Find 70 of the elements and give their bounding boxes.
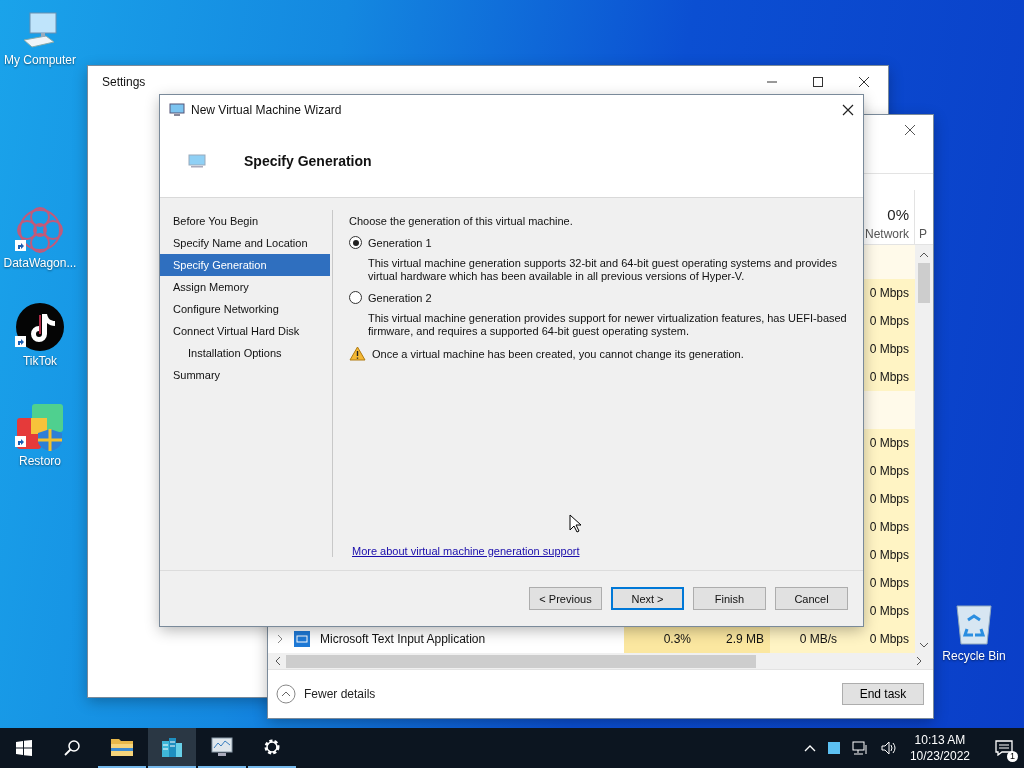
scrollbar-thumb[interactable]: [286, 654, 756, 668]
maximize-icon[interactable]: [812, 76, 824, 88]
settings-icon[interactable]: [262, 737, 282, 757]
column-header[interactable]: Network: [865, 227, 909, 241]
window-title: New Virtual Machine Wizard: [191, 103, 342, 117]
warning-icon: [349, 346, 366, 361]
notification-count-badge: 1: [1007, 751, 1018, 762]
taskbar-app-button[interactable]: [148, 728, 196, 768]
table-cell: 0 MB/s: [770, 625, 843, 653]
close-icon[interactable]: [842, 104, 854, 116]
warning-text: Once a virtual machine has been created, you cannot change its generation.: [372, 347, 744, 360]
vertical-scrollbar[interactable]: [915, 245, 933, 653]
wizard-step[interactable]: Connect Virtual Hard Disk: [160, 320, 330, 342]
fewer-details-button[interactable]: Fewer details: [276, 684, 376, 704]
mandala-icon[interactable]: [17, 207, 63, 253]
pointer-icon: [569, 514, 581, 533]
close-icon[interactable]: [904, 124, 916, 136]
wizard-step[interactable]: Summary: [160, 364, 330, 386]
process-name: Microsoft Text Input Application: [320, 632, 486, 646]
music-note-icon[interactable]: [16, 303, 64, 351]
keyboard-icon: [294, 631, 310, 647]
scroll-right-icon[interactable]: [915, 656, 923, 666]
network-icon[interactable]: [851, 741, 869, 755]
recycle-bin-icon[interactable]: [954, 602, 994, 646]
table-cell: 2.9 MB: [697, 625, 770, 653]
scroll-down-icon[interactable]: [919, 641, 929, 649]
horizontal-scrollbar[interactable]: [268, 653, 933, 669]
wizard-step[interactable]: Specify Generation: [160, 254, 330, 276]
scroll-left-icon[interactable]: [274, 656, 282, 666]
collapse-chevron-icon[interactable]: [276, 684, 296, 704]
start-icon[interactable]: [16, 740, 32, 756]
app-tiles-icon[interactable]: [16, 403, 64, 451]
scroll-up-icon[interactable]: [919, 251, 929, 259]
folder-icon[interactable]: [110, 736, 134, 758]
option-description: This virtual machine generation supports 32-bit and 64-bit guest operating systems and provides virtual hardware which has been available in all previous versions of Hyper-V.: [368, 257, 838, 283]
page-heading: Specify Generation: [244, 153, 372, 169]
chevron-up-icon[interactable]: [803, 744, 816, 752]
column-header[interactable]: P: [919, 227, 927, 241]
wizard-step[interactable]: Before You Begin: [160, 210, 330, 232]
monitor-icon: [188, 154, 206, 168]
clock-date[interactable]: 10/23/2022: [909, 748, 970, 764]
clock-time[interactable]: 10:13 AM: [914, 732, 966, 748]
server-stack-icon[interactable]: [160, 735, 184, 759]
wizard-button[interactable]: Finish: [693, 587, 766, 610]
end-task-button[interactable]: End task: [842, 683, 924, 705]
wizard-step[interactable]: Configure Networking: [160, 298, 330, 320]
instruction-text: Choose the generation of this virtual machine.: [349, 215, 574, 227]
square-icon[interactable]: [827, 742, 840, 754]
close-icon[interactable]: [858, 76, 870, 88]
radio-button[interactable]: [349, 291, 362, 304]
wizard-step[interactable]: Installation Options: [160, 342, 330, 364]
network-usage-percent: 0%: [887, 206, 909, 223]
wizard-button[interactable]: Cancel: [775, 587, 848, 610]
radio-label[interactable]: Generation 2: [368, 291, 432, 304]
volume-icon[interactable]: [880, 741, 898, 755]
scrollbar-thumb[interactable]: [918, 263, 930, 303]
table-cell: 0.3%: [624, 625, 697, 653]
wizard-button[interactable]: Next >: [611, 587, 684, 610]
radio-button[interactable]: [349, 236, 362, 249]
monitor-icon: [169, 103, 185, 117]
wizard-step[interactable]: Specify Name and Location: [160, 232, 330, 254]
wizard-button[interactable]: < Previous: [529, 587, 602, 610]
table-cell: 0 Mbps: [843, 625, 915, 653]
desktop-icon-label[interactable]: Recycle Bin: [942, 649, 1006, 663]
window-title: Settings: [102, 75, 146, 89]
search-icon[interactable]: [64, 740, 80, 756]
wizard-step[interactable]: Assign Memory: [160, 276, 330, 298]
expand-chevron-icon[interactable]: [276, 634, 284, 644]
monitor-chart-icon[interactable]: [210, 736, 234, 758]
radio-label[interactable]: Generation 1: [368, 236, 432, 249]
